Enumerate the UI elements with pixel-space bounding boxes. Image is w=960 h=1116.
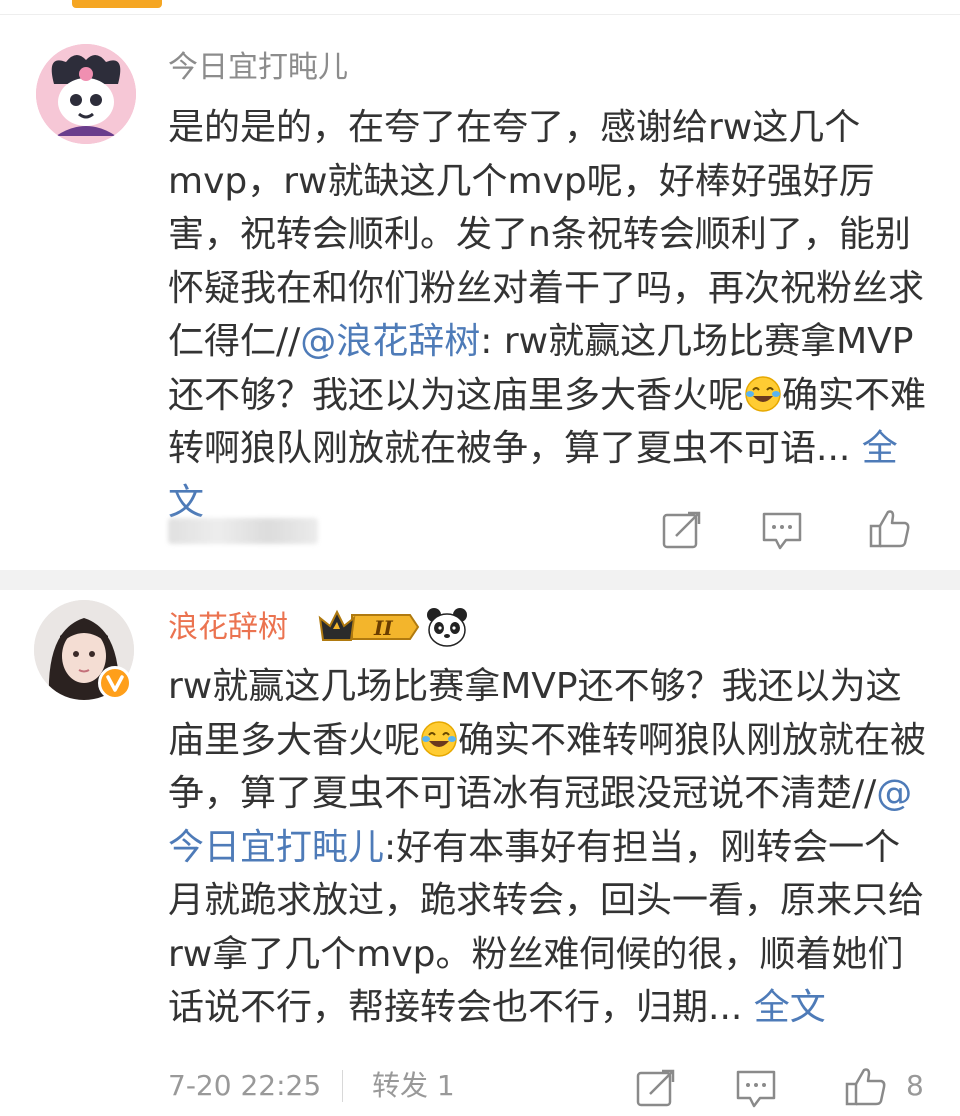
comment-text: 是的是的，在夸了在夸了，感谢给rw这几个mvp，rw就缺这几个mvp呢，好棒好强… bbox=[168, 101, 928, 529]
comment-icon[interactable] bbox=[760, 508, 804, 552]
comment-separator bbox=[0, 570, 960, 590]
thumbs-up-icon[interactable] bbox=[868, 506, 912, 550]
comment-text: rw就赢这几场比赛拿MVP还不够？我还以为这庙里多大香火呢 确实不难转啊狼队刚放就… bbox=[168, 660, 928, 1035]
badge-level: II bbox=[373, 616, 393, 640]
repost-icon[interactable] bbox=[660, 508, 704, 552]
like-count: 8 bbox=[906, 1069, 924, 1102]
top-divider bbox=[0, 14, 960, 15]
comment-icon[interactable] bbox=[734, 1066, 778, 1110]
crown-vip-badge-icon[interactable]: II bbox=[316, 606, 420, 648]
repost-icon[interactable] bbox=[634, 1066, 678, 1110]
timestamp: 7-20 22:25 bbox=[168, 1069, 322, 1102]
username[interactable]: 今日宜打盹儿 bbox=[168, 48, 348, 88]
mention-link[interactable]: @浪花辞树 bbox=[300, 321, 480, 362]
top-accent-bar bbox=[72, 0, 162, 8]
laughing-tears-emoji-icon bbox=[420, 720, 458, 758]
thumbs-up-icon[interactable] bbox=[844, 1064, 888, 1108]
repost-count[interactable]: 转发 1 bbox=[372, 1064, 455, 1108]
kuromi-avatar-icon bbox=[36, 44, 136, 144]
verified-v-icon bbox=[98, 666, 132, 700]
full-text-link[interactable]: 全文 bbox=[754, 987, 826, 1028]
panda-icon bbox=[426, 606, 468, 648]
laughing-tears-emoji-icon bbox=[744, 375, 782, 413]
username[interactable]: 浪花辞树 bbox=[168, 608, 288, 648]
avatar[interactable] bbox=[36, 44, 136, 144]
blurred-timestamp bbox=[168, 518, 318, 544]
footer-divider bbox=[342, 1070, 343, 1102]
